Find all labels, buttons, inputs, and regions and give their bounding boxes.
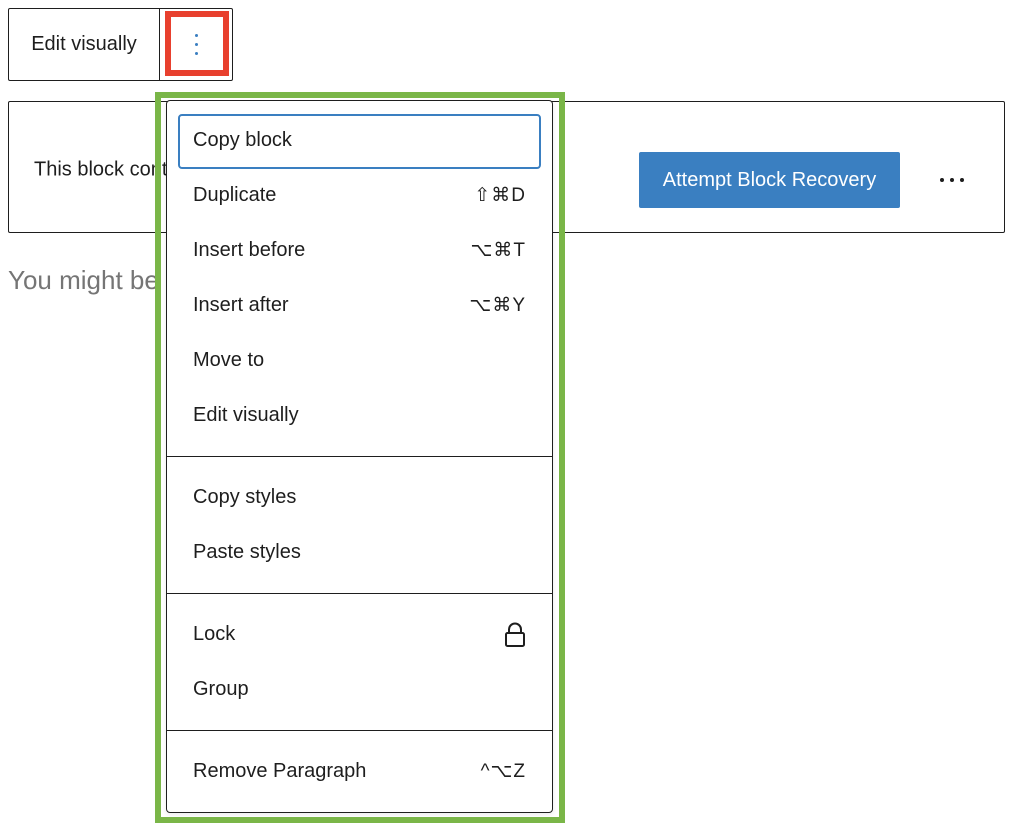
- menu-item-label: Insert before: [193, 239, 306, 261]
- highlight-box-red: [165, 11, 229, 76]
- menu-item-insert-after[interactable]: Insert after ⌥⌘Y: [167, 278, 552, 333]
- menu-group-remove: Remove Paragraph ^⌥Z: [167, 744, 552, 799]
- menu-item-remove-paragraph[interactable]: Remove Paragraph ^⌥Z: [167, 744, 552, 799]
- menu-item-shortcut: ⇧⌘D: [474, 185, 526, 206]
- menu-group-tools: Copy block Duplicate ⇧⌘D Insert before ⌥…: [167, 113, 552, 443]
- menu-item-shortcut: ^⌥Z: [480, 761, 526, 782]
- menu-item-insert-before[interactable]: Insert before ⌥⌘T: [167, 223, 552, 278]
- menu-item-edit-visually[interactable]: Edit visually: [167, 388, 552, 443]
- block-options-menu: Copy block Duplicate ⇧⌘D Insert before ⌥…: [166, 100, 553, 813]
- block-toolbar: Edit visually: [8, 8, 233, 81]
- edit-visually-button[interactable]: Edit visually: [9, 9, 159, 80]
- menu-item-label: Copy block: [193, 129, 292, 151]
- menu-item-copy-styles[interactable]: Copy styles: [167, 470, 552, 525]
- menu-item-group[interactable]: Group: [167, 662, 552, 717]
- menu-group-styles: Copy styles Paste styles: [167, 470, 552, 580]
- menu-item-paste-styles[interactable]: Paste styles: [167, 525, 552, 580]
- menu-item-label: Duplicate: [193, 184, 277, 206]
- menu-item-label: Remove Paragraph: [193, 760, 367, 782]
- menu-item-label: Edit visually: [193, 404, 299, 426]
- menu-item-move-to[interactable]: Move to: [167, 333, 552, 388]
- menu-item-lock[interactable]: Lock: [167, 607, 552, 662]
- menu-item-shortcut: ⌥⌘T: [470, 240, 526, 261]
- editor-stage: Edit visually This block contains unexpe…: [0, 0, 1024, 823]
- menu-item-label: Paste styles: [193, 541, 301, 563]
- attempt-block-recovery-button[interactable]: Attempt Block Recovery: [639, 152, 900, 208]
- menu-item-label: Group: [193, 678, 249, 700]
- paragraph-hint-text: You might be: [8, 265, 158, 295]
- block-warning-text: This block contains unexpected or invali…: [34, 158, 184, 181]
- menu-item-label: Lock: [193, 623, 236, 645]
- menu-item-label: Insert after: [193, 294, 289, 316]
- menu-item-label: Copy styles: [193, 486, 297, 508]
- menu-item-copy-block[interactable]: Copy block: [167, 113, 552, 169]
- lock-icon: [505, 622, 525, 647]
- menu-item-label: Move to: [193, 349, 265, 371]
- ellipsis-horizontal-icon[interactable]: [927, 162, 977, 198]
- menu-item-shortcut: ⌥⌘Y: [469, 295, 526, 316]
- block-options-button[interactable]: [160, 9, 232, 80]
- menu-group-lock: Lock Group: [167, 607, 552, 717]
- menu-item-duplicate[interactable]: Duplicate ⇧⌘D: [167, 168, 552, 223]
